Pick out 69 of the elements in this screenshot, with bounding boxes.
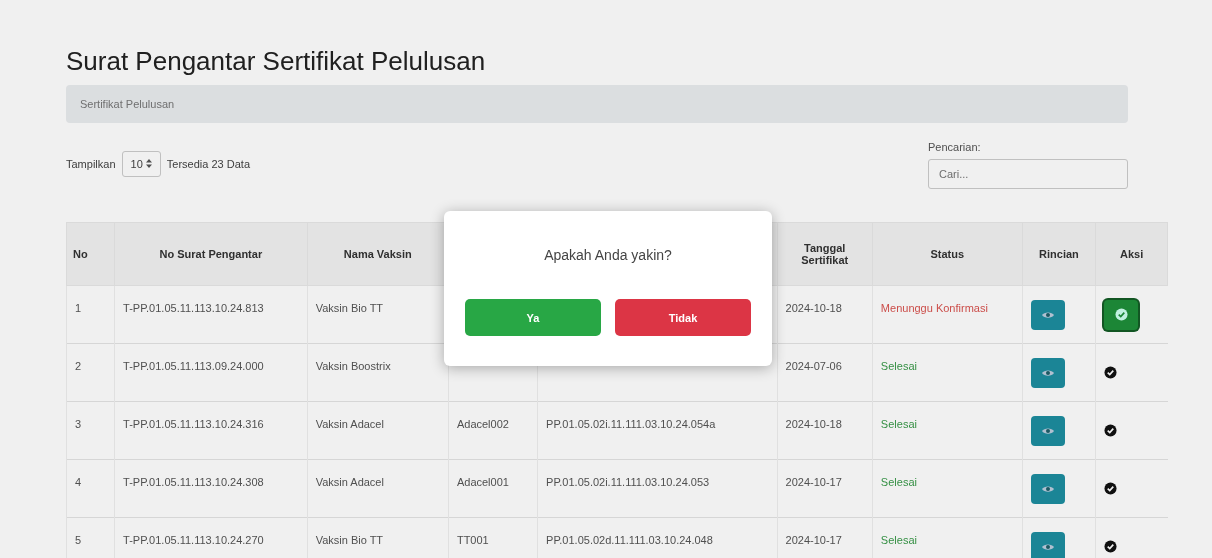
confirm-button[interactable]	[1104, 299, 1139, 330]
status-text: Selesai	[880, 534, 917, 546]
table-cell: T-PP.01.05.11.113.09.24.000	[123, 360, 264, 372]
table-cell: 2024-10-18	[785, 302, 842, 314]
status-text: Selesai	[880, 476, 917, 488]
eye-icon	[1040, 541, 1055, 552]
check-circle-icon	[1104, 540, 1118, 553]
page-title: Surat Pengantar Sertifikat Pelulusan	[66, 46, 487, 77]
column-header: Aksi	[1120, 248, 1144, 260]
table-cell: Adacel002	[456, 418, 509, 430]
search-field[interactable]: Cari...	[928, 159, 1128, 189]
no-button[interactable]: Tidak	[615, 299, 751, 336]
table-cell: Vaksin Bio TT	[315, 534, 384, 546]
eye-icon	[1040, 367, 1055, 378]
column-header: Rincian	[1039, 248, 1079, 260]
table-cell: Vaksin Bio TT	[315, 302, 384, 314]
eye-icon	[1040, 483, 1055, 494]
table-cell: TT001	[456, 534, 489, 546]
view-button[interactable]	[1030, 415, 1065, 446]
breadcrumb[interactable]: Sertifikat Pelulusan	[80, 98, 175, 110]
table-cell: 2024-07-06	[785, 360, 842, 372]
sort-arrows-icon	[145, 159, 152, 168]
status-text: Selesai	[880, 360, 917, 372]
column-header: Tanggal Sertifikat	[801, 242, 849, 266]
check-circle-icon	[1104, 424, 1118, 437]
view-button[interactable]	[1030, 531, 1065, 558]
table-cell: 2024-10-17	[785, 534, 842, 546]
table-cell: Adacel001	[456, 476, 509, 488]
table-cell: 3	[75, 418, 82, 430]
table-cell: 2024-10-18	[785, 418, 842, 430]
check-circle-icon	[1104, 482, 1118, 495]
search-label: Pencarian:	[928, 141, 982, 153]
page-size-select[interactable]: 10	[121, 151, 161, 177]
view-button[interactable]	[1030, 357, 1065, 388]
table-cell: Vaksin Adacel	[315, 476, 384, 488]
view-button[interactable]	[1030, 299, 1065, 330]
confirm-button[interactable]	[1104, 540, 1118, 553]
column-header: No	[73, 248, 88, 260]
table-cell: T-PP.01.05.11.113.10.24.308	[123, 476, 264, 488]
table-cell: 1	[75, 302, 82, 314]
status-text: Selesai	[880, 418, 917, 430]
table-cell: T-PP.01.05.11.113.10.24.813	[123, 302, 264, 314]
check-circle-icon	[1104, 366, 1118, 379]
table-cell: Vaksin Boostrix	[315, 360, 391, 372]
confirm-button[interactable]	[1104, 482, 1118, 495]
column-header: Status	[930, 248, 964, 260]
table-cell: PP.01.05.02i.11.111.03.10.24.053	[546, 476, 710, 488]
eye-icon	[1040, 425, 1055, 436]
dialog-message: Apakah Anda yakin?	[544, 247, 672, 263]
view-button[interactable]	[1030, 473, 1065, 504]
table-cell: 4	[75, 476, 82, 488]
table-cell: Vaksin Adacel	[315, 418, 384, 430]
table-cell: T-PP.01.05.11.113.10.24.270	[123, 534, 264, 546]
eye-icon	[1040, 309, 1055, 320]
check-circle-icon	[1114, 308, 1128, 321]
column-header: No Surat Pengantar	[159, 248, 263, 260]
table-cell: T-PP.01.05.11.113.10.24.316	[123, 418, 264, 430]
table-cell: PP.01.05.02d.11.111.03.10.24.048	[546, 534, 713, 546]
confirm-button[interactable]	[1104, 366, 1118, 379]
table-cell: 2024-10-17	[785, 476, 842, 488]
confirm-button[interactable]	[1104, 424, 1118, 437]
table-cell: PP.01.05.02i.11.111.03.10.24.054a	[546, 418, 716, 430]
data-count: Tersedia 23 Data	[166, 158, 250, 170]
show-label: Tampilkan	[66, 158, 116, 170]
table-cell: 2	[75, 360, 82, 372]
table-cell: 5	[75, 534, 82, 546]
status-text: Menunggu Konfirmasi	[880, 302, 988, 314]
column-header: Nama Vaksin	[343, 248, 412, 260]
yes-button[interactable]: Ya	[465, 299, 601, 336]
